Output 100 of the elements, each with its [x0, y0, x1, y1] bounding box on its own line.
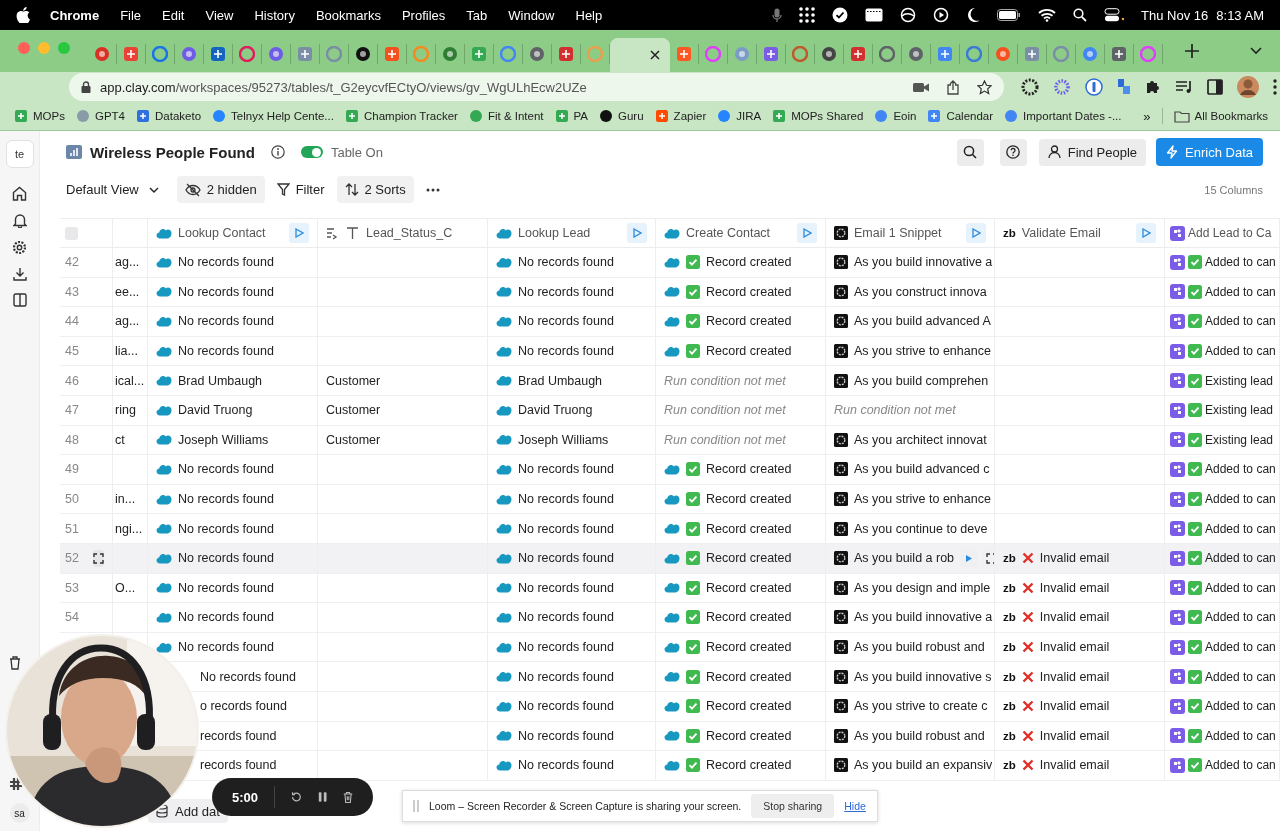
control-center-icon[interactable] [1104, 8, 1125, 22]
close-icon[interactable] [650, 50, 660, 60]
star-icon[interactable] [977, 79, 992, 95]
settings-icon[interactable] [12, 240, 27, 255]
bookmark[interactable]: Guru [599, 109, 644, 123]
table-row[interactable]: 43 ee... No records found No records found Record created As you construct innova Added to can [60, 277, 1280, 308]
sort-button[interactable]: 2 Sorts [336, 176, 414, 203]
side-panel-icon[interactable] [1207, 79, 1223, 95]
menu-item[interactable]: Tab [466, 7, 488, 23]
download-icon[interactable] [12, 267, 27, 281]
table-row[interactable]: 48 ct Joseph Williams Customer Joseph Williams Run condition not met As you architect innovat Existing lead [60, 425, 1280, 456]
wifi-icon[interactable] [1038, 8, 1057, 22]
trash-icon[interactable] [8, 656, 21, 670]
hidden-fields-button[interactable]: 2 hidden [176, 176, 265, 203]
menu-item[interactable]: Bookmarks [315, 7, 381, 23]
menu-item[interactable]: Chrome [50, 7, 100, 23]
toggle-switch[interactable] [300, 146, 323, 158]
bookmark[interactable]: PA [554, 109, 589, 123]
extension-icon[interactable] [1021, 78, 1039, 96]
column-header[interactable]: Create Contact [686, 226, 771, 240]
play-circle-icon[interactable] [933, 7, 950, 23]
run-button[interactable] [797, 223, 817, 243]
search-icon[interactable] [1073, 8, 1088, 22]
column-header[interactable]: Lead_Status_C [366, 226, 453, 240]
menubar-time[interactable]: 8:13 AM [1216, 7, 1264, 23]
enrich-data-button[interactable]: Enrich Data [1156, 138, 1263, 166]
column-header[interactable]: Add Lead to Ca [1188, 226, 1272, 240]
grip-icon[interactable] [413, 799, 419, 813]
search-button[interactable] [956, 138, 984, 166]
column-header[interactable]: Email 1 Snippet [854, 226, 942, 240]
bookmark[interactable]: Fit & Intent [468, 109, 544, 123]
bookmark[interactable]: Champion Tracker [344, 109, 458, 123]
table-row[interactable]: 42 ag... No records found No records found Record created As you build innovative a Added to can [60, 248, 1280, 278]
microphone-icon[interactable] [772, 7, 783, 23]
bookmark[interactable]: Zapier [654, 109, 707, 123]
table-row[interactable]: 52 No records found No records found Record created As you build a rob zb Invalid email Added to can [60, 543, 1280, 574]
menu-item[interactable]: History [254, 7, 295, 23]
bookmark[interactable]: MOPs [14, 109, 65, 123]
camera-icon[interactable] [913, 81, 929, 93]
column-header[interactable]: Lookup Contact [178, 226, 266, 240]
table-row[interactable]: 46 ical... Brad Umbaugh Customer Brad Umbaugh Run condition not met As you build comprehen Existing lead [60, 366, 1280, 396]
stop-sharing-button[interactable]: Stop sharing [751, 794, 835, 818]
run-button[interactable] [289, 223, 309, 243]
bookmark[interactable]: Important Dates -... [1004, 109, 1122, 123]
bell-icon[interactable] [12, 213, 27, 228]
menu-item[interactable]: Edit [162, 7, 185, 23]
column-header[interactable]: Validate Email [1021, 226, 1101, 240]
menu-item[interactable]: Window [508, 7, 555, 23]
user-avatar[interactable]: sa [9, 803, 30, 823]
expand-row-button[interactable] [92, 549, 104, 567]
run-button[interactable] [627, 223, 647, 243]
bookmark[interactable]: Eoin [874, 109, 917, 123]
bookmark[interactable]: JIRA [717, 109, 762, 123]
columns-icon[interactable] [12, 293, 27, 307]
trash-icon[interactable] [342, 789, 353, 805]
window-icon[interactable] [865, 8, 884, 22]
find-people-button[interactable]: Find People [1038, 138, 1147, 166]
chevron-down-icon[interactable] [1250, 47, 1262, 55]
table-row[interactable]: 45 lia... No records found No records found Record created As you strive to enhance Added to can [60, 336, 1280, 367]
column-header[interactable]: Lookup Lead [518, 226, 591, 240]
bookmark[interactable]: GPT4 [75, 109, 125, 123]
run-button[interactable] [1136, 223, 1156, 243]
circle-slash-icon[interactable] [900, 7, 917, 23]
battery-icon[interactable] [997, 9, 1022, 21]
new-tab-icon[interactable] [1185, 44, 1199, 58]
puzzle-icon[interactable] [1145, 79, 1161, 95]
table-row[interactable]: 47 ring David Truong Customer David Truong Run condition not met Run condition not met Existing lead [60, 395, 1280, 426]
more-vertical-icon[interactable] [1273, 79, 1277, 95]
bookmark[interactable]: Dataketo [136, 109, 202, 123]
restart-icon[interactable] [290, 790, 302, 804]
dots-grid-icon[interactable] [799, 7, 816, 23]
hash-icon[interactable] [8, 777, 23, 791]
table-row[interactable]: 44 ag... No records found No records found Record created As you build advanced A Added to can [60, 307, 1280, 337]
run-button[interactable] [966, 223, 986, 243]
home-icon[interactable] [12, 186, 27, 201]
more-bookmarks-link[interactable]: » [1143, 108, 1151, 124]
view-dropdown[interactable]: Default View [66, 176, 167, 203]
menu-item[interactable]: Help [575, 7, 603, 23]
menu-item[interactable]: File [120, 7, 142, 23]
help-button[interactable] [999, 138, 1027, 166]
info-icon[interactable] [270, 145, 285, 159]
share-icon[interactable] [947, 79, 959, 95]
filter-button[interactable]: Filter [268, 176, 333, 203]
pause-icon[interactable] [317, 790, 327, 804]
bookmark-folder[interactable]: All Bookmarks [1173, 109, 1280, 123]
table-row[interactable]: 51 ngi... No records found No records found Record created As you continue to deve Added to can [60, 514, 1280, 544]
bookmark[interactable]: Calendar [927, 109, 994, 123]
address-field[interactable]: app.clay.com/workspaces/95273/tables/t_G2eycvfECtyO/views/gv_WgULhEcw2UZe [69, 73, 1004, 101]
menu-item[interactable]: View [205, 7, 234, 23]
table-row[interactable]: 53 O... No records found No records found Record created As you design and imple zb Invalid email Added to can [60, 573, 1280, 604]
bookmark[interactable]: MOPs Shared [772, 109, 864, 123]
avatar-icon[interactable] [1237, 76, 1259, 98]
apple-icon[interactable] [16, 7, 30, 23]
table-row[interactable]: 49 No records found No records found Record created As you build advanced c Added to can [60, 455, 1280, 485]
hide-link[interactable]: Hide [844, 800, 866, 812]
playlist-icon[interactable] [1175, 80, 1193, 94]
menu-item[interactable]: Profiles [401, 7, 446, 23]
table-row[interactable]: 54 No records found No records found Record created As you build innovative a zb Invalid email Added to can [60, 603, 1280, 633]
check-circle-icon[interactable] [832, 7, 849, 23]
menubar-date[interactable]: Thu Nov 16 [1141, 7, 1209, 23]
